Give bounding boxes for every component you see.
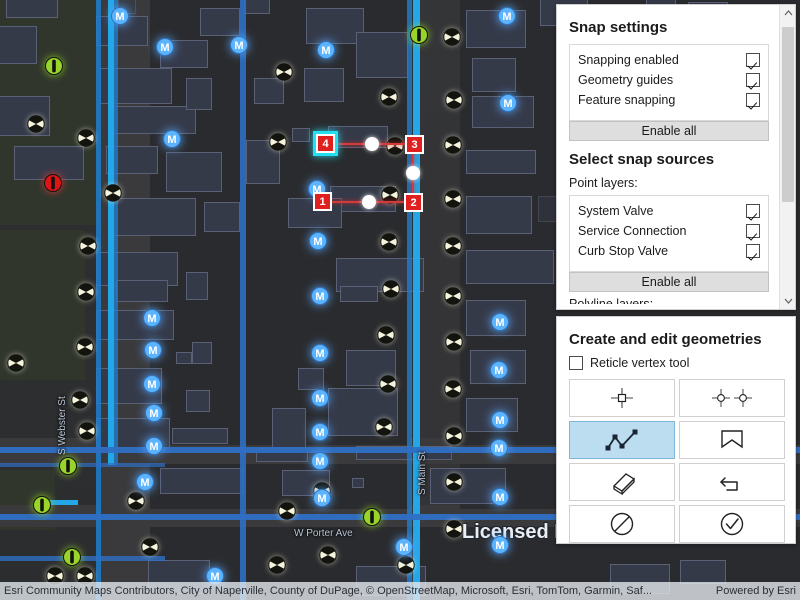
reticle-vertex-tool-row[interactable]: Reticle vertex tool: [569, 356, 785, 370]
checkbox-reticle-vertex-tool[interactable]: [569, 356, 583, 370]
snap-options-group: Snapping enabled Geometry guides Feature…: [569, 44, 769, 121]
point-tool-button[interactable]: [569, 379, 675, 417]
enable-all-snap-options-button[interactable]: Enable all: [569, 121, 769, 141]
point-layer-label: System Valve: [578, 204, 654, 218]
point-layers-label: Point layers:: [569, 176, 638, 190]
sketch-vertex-badge-1[interactable]: 1: [313, 192, 332, 211]
snap-option-snapping-enabled[interactable]: Snapping enabled: [578, 50, 760, 70]
snap-settings-panel: Snap settings Snapping enabled Geometry …: [556, 4, 796, 310]
point-layer-label: Service Connection: [578, 224, 687, 238]
attribution-sources: Esri Community Maps Contributors, City o…: [4, 585, 652, 597]
polyline-icon: [605, 429, 638, 451]
polyline-layers-label-clipped: Polyline layers:: [569, 297, 654, 304]
eraser-icon: [612, 473, 636, 496]
checkbox-curb-stop-valve[interactable]: [746, 244, 760, 258]
cancel-icon: [610, 512, 634, 536]
enable-all-snap-sources-button[interactable]: Enable all: [569, 272, 769, 292]
sketch-vertex-handle[interactable]: [406, 166, 420, 180]
checkbox-feature-snapping[interactable]: [746, 93, 760, 107]
geometry-tool-grid: [569, 379, 785, 543]
checkbox-system-valve[interactable]: [746, 204, 760, 218]
snap-settings-title: Snap settings: [569, 19, 668, 36]
snap-option-label: Feature snapping: [578, 93, 676, 107]
multipoint-tool-button[interactable]: [679, 379, 785, 417]
point-layers-group: System Valve Service Connection Curb Sto…: [569, 195, 769, 272]
sketch-vertex-handle[interactable]: [365, 137, 379, 151]
snap-option-feature-snapping[interactable]: Feature snapping: [578, 90, 760, 110]
point-icon: [611, 388, 633, 408]
sketch-vertex-handle[interactable]: [362, 195, 376, 209]
map-attribution-bar: Esri Community Maps Contributors, City o…: [0, 582, 800, 600]
point-layer-label: Curb Stop Valve: [578, 244, 669, 258]
snap-option-label: Snapping enabled: [578, 53, 679, 67]
checkbox-service-connection[interactable]: [746, 224, 760, 238]
undo-tool-button[interactable]: [679, 463, 785, 501]
reticle-vertex-tool-label: Reticle vertex tool: [590, 356, 690, 370]
polyline-tool-button[interactable]: [569, 421, 675, 459]
create-edit-geometries-panel: Create and edit geometries Reticle verte…: [556, 316, 796, 544]
undo-icon: [720, 477, 738, 491]
polygon-icon: [721, 430, 743, 449]
sketch-vertex-badge-4[interactable]: 4: [313, 131, 338, 156]
sketch-vertex-badge-2[interactable]: 2: [404, 193, 423, 212]
finish-check-icon: [720, 512, 744, 536]
point-layer-system-valve[interactable]: System Valve: [578, 201, 760, 221]
multipoint-icon: [712, 389, 752, 407]
scroll-down-icon[interactable]: [780, 293, 795, 309]
create-edit-geometries-title: Create and edit geometries: [569, 331, 762, 348]
snap-panel-scrollbar[interactable]: [779, 5, 795, 309]
delete-tool-button[interactable]: [569, 463, 675, 501]
application-root: S Webster St S Main St W Porter Ave Lice…: [0, 0, 800, 600]
cancel-tool-button[interactable]: [569, 505, 675, 543]
polygon-tool-button[interactable]: [679, 421, 785, 459]
checkbox-geometry-guides[interactable]: [746, 73, 760, 87]
point-layer-service-connection[interactable]: Service Connection: [578, 221, 760, 241]
sketch-vertex-badge-3[interactable]: 3: [405, 135, 424, 154]
finish-tool-button[interactable]: [679, 505, 785, 543]
snap-option-geometry-guides[interactable]: Geometry guides: [578, 70, 760, 90]
checkbox-snapping-enabled[interactable]: [746, 53, 760, 67]
select-snap-sources-title: Select snap sources: [569, 151, 715, 168]
attribution-powered-by: Powered by Esri: [715, 585, 796, 597]
scroll-up-icon[interactable]: [780, 5, 795, 21]
snap-option-label: Geometry guides: [578, 73, 674, 87]
point-layer-curb-stop-valve[interactable]: Curb Stop Valve: [578, 241, 760, 261]
scrollbar-thumb[interactable]: [782, 27, 794, 202]
